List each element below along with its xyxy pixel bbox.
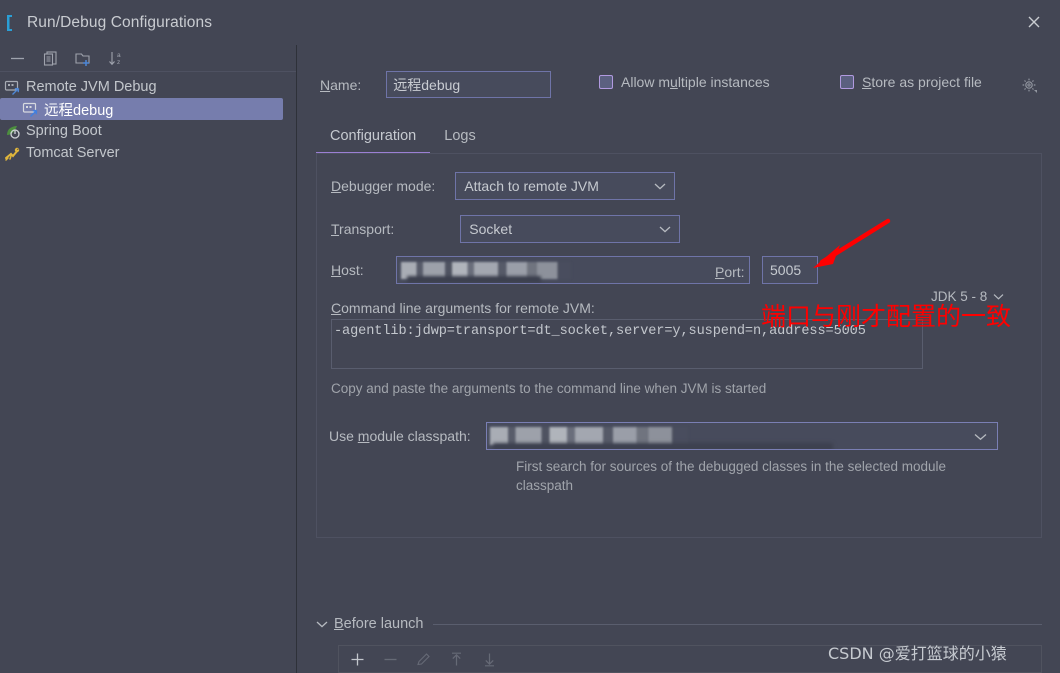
sidebar-toolbar: a z bbox=[0, 45, 296, 72]
remove-configuration-button[interactable] bbox=[8, 49, 27, 68]
configuration-tab-panel: Debugger mode: Attach to remote JVM Tran… bbox=[316, 153, 1042, 538]
sidebar-item-label: Spring Boot bbox=[26, 123, 102, 139]
command-line-hint: Copy and paste the arguments to the comm… bbox=[331, 381, 767, 396]
jdk-version-select[interactable]: JDK 5 - 8 bbox=[931, 289, 1004, 304]
move-task-down-button[interactable] bbox=[481, 651, 498, 668]
move-task-up-button[interactable] bbox=[448, 651, 465, 668]
before-launch-title: Before launch bbox=[334, 616, 424, 632]
chevron-down-icon bbox=[974, 429, 987, 444]
debugger-mode-value: Attach to remote JVM bbox=[464, 178, 599, 194]
remote-jvm-debug-icon bbox=[4, 79, 21, 96]
debugger-mode-row: Debugger mode: Attach to remote JVM bbox=[331, 172, 676, 200]
module-classpath-hint: First search for sources of the debugged… bbox=[516, 459, 946, 493]
close-icon[interactable] bbox=[1016, 4, 1052, 40]
module-classpath-label: Use module classpath: bbox=[329, 428, 471, 444]
sidebar-item-yuancheng-debug[interactable]: 远程debug bbox=[0, 98, 283, 120]
host-label: Host: bbox=[331, 262, 364, 278]
divider bbox=[433, 623, 1042, 625]
remote-jvm-debug-icon bbox=[22, 101, 39, 118]
command-line-value: -agentlib:jdwp=transport=dt_socket,serve… bbox=[334, 324, 866, 339]
svg-text:a: a bbox=[117, 52, 121, 59]
title-bar: Run/Debug Configurations bbox=[0, 0, 1060, 45]
chevron-down-icon bbox=[659, 225, 671, 233]
before-launch-toolbar bbox=[339, 646, 1041, 673]
before-launch-panel: There are no tasks to run before launch bbox=[338, 645, 1042, 673]
spring-boot-icon bbox=[4, 123, 21, 140]
store-as-project-file-label: Store as project file bbox=[862, 74, 982, 90]
transport-select[interactable]: Socket bbox=[460, 215, 681, 243]
port-label: Port: bbox=[715, 264, 745, 280]
transport-value: Socket bbox=[469, 221, 513, 237]
debugger-mode-label: Debugger mode: bbox=[331, 178, 436, 194]
sidebar-item-label: Remote JVM Debug bbox=[26, 79, 157, 95]
allow-multiple-instances-checkbox[interactable]: Allow multiple instances bbox=[599, 74, 770, 90]
new-folder-button[interactable] bbox=[74, 49, 93, 68]
editor-tabs: Configuration Logs bbox=[316, 120, 490, 154]
tab-configuration[interactable]: Configuration bbox=[316, 120, 431, 154]
configurations-tree: Remote JVM Debug 远程debug Spring Boot Tom… bbox=[0, 72, 296, 164]
host-input[interactable] bbox=[395, 256, 750, 284]
module-classpath-row: Use module classpath: bbox=[329, 422, 998, 450]
transport-row: Transport: Socket bbox=[331, 215, 681, 243]
command-line-label: Command line arguments for remote JVM: bbox=[331, 300, 595, 316]
tomcat-icon bbox=[4, 145, 21, 162]
jdk-version-value: JDK 5 - 8 bbox=[931, 289, 988, 304]
debugger-mode-select[interactable]: Attach to remote JVM bbox=[455, 172, 676, 200]
copy-configuration-button[interactable] bbox=[41, 49, 60, 68]
sidebar-item-spring-boot[interactable]: Spring Boot bbox=[0, 120, 296, 142]
sidebar-item-label: 远程debug bbox=[44, 102, 114, 119]
redacted-module-shadow bbox=[492, 443, 833, 449]
gear-icon[interactable] bbox=[1021, 77, 1038, 94]
store-as-project-file-checkbox[interactable]: Store as project file bbox=[840, 74, 982, 90]
command-line-field[interactable]: -agentlib:jdwp=transport=dt_socket,serve… bbox=[331, 319, 923, 369]
svg-text:z: z bbox=[117, 59, 120, 66]
allow-multiple-instances-label: Allow multiple instances bbox=[621, 74, 770, 90]
port-input[interactable] bbox=[762, 256, 818, 284]
add-task-button[interactable] bbox=[349, 651, 366, 668]
intellij-idea-icon bbox=[3, 13, 21, 32]
transport-label: Transport: bbox=[331, 221, 395, 237]
checkbox-box bbox=[840, 75, 854, 89]
page-title: Run/Debug Configurations bbox=[27, 13, 213, 31]
before-launch-header[interactable]: Before launch bbox=[316, 616, 1042, 632]
sidebar-item-remote-jvm-debug[interactable]: Remote JVM Debug bbox=[0, 76, 296, 98]
configurations-sidebar: a z Remote JVM Debug 远程debug Spring Boot… bbox=[0, 45, 297, 673]
module-classpath-select[interactable] bbox=[485, 422, 998, 450]
chevron-down-icon bbox=[316, 620, 328, 628]
sidebar-item-tomcat-server[interactable]: Tomcat Server bbox=[0, 142, 296, 164]
configuration-editor-panel: Name: Allow multiple instances Store as … bbox=[298, 45, 1060, 673]
chevron-down-icon bbox=[654, 182, 666, 190]
name-label: Name: bbox=[320, 76, 362, 93]
edit-task-button[interactable] bbox=[415, 651, 432, 668]
chevron-down-icon bbox=[993, 293, 1004, 300]
name-row: Name: bbox=[320, 71, 552, 98]
name-input[interactable] bbox=[386, 71, 552, 98]
sort-configurations-button[interactable]: a z bbox=[107, 49, 126, 68]
tab-logs[interactable]: Logs bbox=[430, 120, 489, 154]
checkbox-box bbox=[599, 75, 613, 89]
host-row: Host: bbox=[331, 256, 750, 284]
remove-task-button[interactable] bbox=[382, 651, 399, 668]
redacted-host-shadow bbox=[406, 276, 541, 283]
sidebar-item-label: Tomcat Server bbox=[26, 145, 120, 161]
